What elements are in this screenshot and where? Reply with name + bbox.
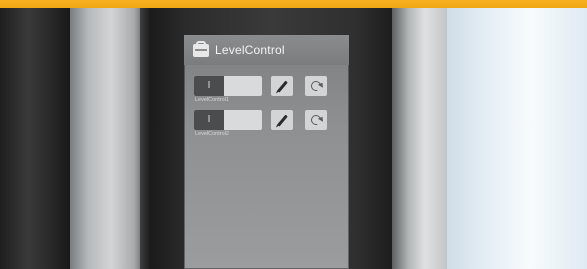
device-screen: LevelControl I LevelControl1 I LevelCont…	[184, 35, 349, 269]
app-titlebar: LevelControl	[184, 35, 349, 65]
toolbox-icon	[193, 41, 209, 57]
level-control-row: I LevelControl1	[194, 76, 344, 112]
reset-icon	[309, 113, 323, 127]
edit-button[interactable]	[271, 110, 293, 130]
right-frame	[392, 8, 447, 269]
bright-window	[447, 8, 587, 269]
toggle-knob: I	[194, 76, 224, 96]
level-control-row: I LevelControl2	[194, 110, 344, 146]
reset-icon	[309, 79, 323, 93]
level-toggle[interactable]: I	[194, 76, 262, 96]
level-toggle[interactable]: I	[194, 110, 262, 130]
pen-icon	[276, 114, 288, 126]
row-label: LevelControl2	[195, 131, 229, 137]
reset-button[interactable]	[305, 110, 327, 130]
left-frame	[70, 8, 145, 269]
edit-button[interactable]	[271, 76, 293, 96]
photo-scene: LevelControl I LevelControl1 I LevelCont…	[0, 8, 587, 269]
dark-wall	[0, 8, 70, 269]
top-accent-bar	[0, 0, 587, 8]
toggle-knob: I	[194, 110, 224, 130]
pen-icon	[276, 80, 288, 92]
left-frame-edge	[140, 8, 150, 269]
app-title: LevelControl	[215, 43, 285, 57]
row-label: LevelControl1	[195, 97, 229, 103]
reset-button[interactable]	[305, 76, 327, 96]
